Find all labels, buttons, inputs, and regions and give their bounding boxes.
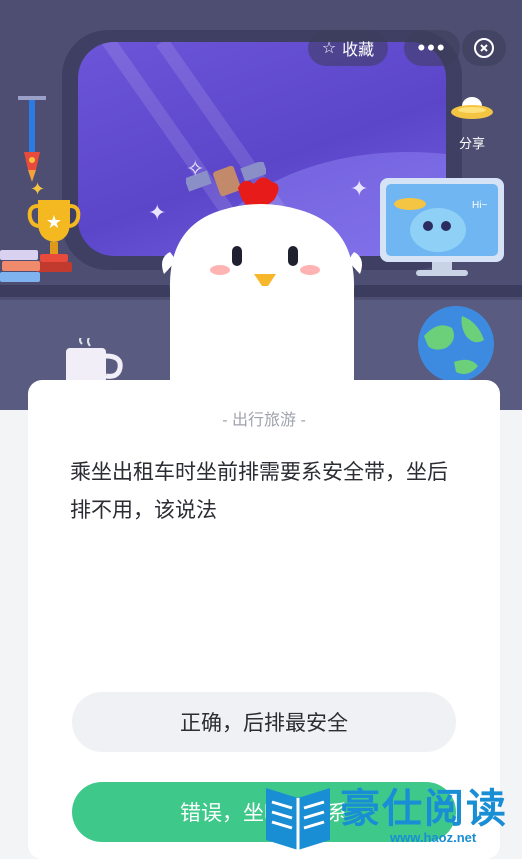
more-button[interactable]: ••• — [404, 30, 460, 66]
books-icon — [0, 250, 40, 282]
question-category: - 出行旅游 - — [222, 412, 306, 429]
monitor-robot-icon: Hi~ — [380, 178, 504, 276]
watermark-url: www.haoz.net — [390, 830, 477, 845]
close-button[interactable] — [462, 30, 506, 66]
more-dots-icon: ••• — [417, 35, 447, 60]
answer-option-correct[interactable]: 正确，后排最安全 — [72, 692, 456, 752]
star-outline-icon: ☆ — [321, 40, 337, 57]
ufo-share-icon — [451, 97, 493, 119]
rocket-toy-icon — [18, 96, 46, 182]
svg-text:★: ★ — [46, 212, 62, 232]
share-button[interactable]: 分享 — [446, 92, 498, 152]
close-circle-icon — [474, 38, 494, 58]
globe-icon — [418, 306, 494, 382]
favorite-label: 收藏 — [342, 42, 375, 59]
illustration-scene: ✦ ✧ ✦ ✦ ★ Hi~ ☆ 收藏 ••• 分享 — [0, 0, 522, 410]
coffee-cup-icon — [66, 338, 123, 386]
watermark: 豪仕阅读 www.haoz.net — [262, 770, 522, 856]
book-logo-icon — [266, 788, 330, 850]
watermark-title: 豪仕阅读 — [340, 786, 508, 832]
chick-mascot-icon — [162, 177, 362, 410]
monitor-greeting: Hi~ — [472, 200, 487, 211]
share-label: 分享 — [458, 136, 485, 151]
favorite-button[interactable]: ☆ 收藏 — [308, 30, 388, 66]
question-text: 乘坐出租车时坐前排需要系安全带，坐后排不用，该说法 — [70, 461, 448, 522]
